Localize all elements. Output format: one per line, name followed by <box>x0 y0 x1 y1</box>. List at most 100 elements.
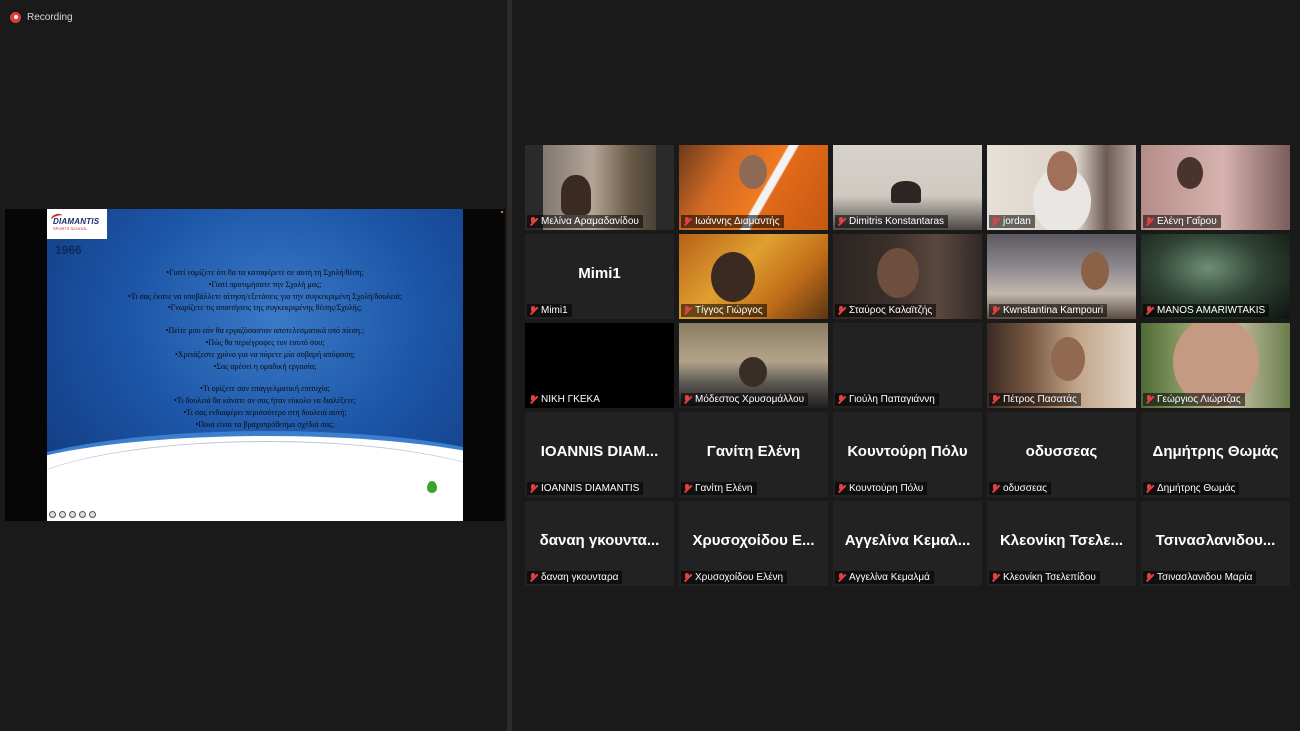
participant-name-tag: Γανίτη Ελένη <box>681 482 757 495</box>
slide-questions: •Γιατί νομίζετε ότι θα τα καταφέρετε σε … <box>67 267 463 431</box>
slides-grid-icon[interactable] <box>69 511 76 518</box>
participant-name-tag: MANOS AMARIWTAKIS <box>1143 304 1270 317</box>
panel-divider[interactable] <box>507 0 512 731</box>
participant-tile[interactable]: Μελίνα Αραμαδανίδου <box>525 145 674 230</box>
muted-mic-icon <box>683 216 692 227</box>
shared-screen[interactable]: DIAMANTIS SPORTS SCHOOL 1966 •Γιατί νομί… <box>5 209 505 521</box>
participant-name: δαναη γκουνταρα <box>541 572 619 583</box>
muted-mic-icon <box>529 572 538 583</box>
participant-name: Πέτρος Πασατάς <box>1003 394 1077 405</box>
slide-line: •Γιατί νομίζετε ότι θα τα καταφέρετε σε … <box>166 268 364 277</box>
participant-tile[interactable]: Δημήτρης Θωμάς Δημήτρης Θωμάς <box>1141 412 1290 497</box>
diamantis-logo: DIAMANTIS SPORTS SCHOOL <box>47 209 107 239</box>
participant-name: Τίγγος Γιώργος <box>695 305 763 316</box>
slide-line: •Τι σας ενδιαφέρει περισσότερο στη δουλε… <box>183 407 347 417</box>
participant-tile[interactable]: Τσινασλανιδου... Τσινασλανιδου Μαρία <box>1141 501 1290 586</box>
participant-name: Κουντούρη Πόλυ <box>849 483 924 494</box>
muted-mic-icon <box>529 216 538 227</box>
participant-name-tag: Δημήτρης Θωμάς <box>1143 482 1240 495</box>
muted-mic-icon <box>1145 394 1154 405</box>
muted-mic-icon <box>991 216 1000 227</box>
participant-name-tag: Mimi1 <box>527 304 572 317</box>
muted-mic-icon <box>1145 305 1154 316</box>
participant-tile[interactable]: δαναη γκουντα... δαναη γκουνταρα <box>525 501 674 586</box>
participant-name: jordan <box>1003 216 1031 227</box>
participant-tile[interactable]: Mimi1 Mimi1 <box>525 234 674 319</box>
muted-mic-icon <box>1145 483 1154 494</box>
participant-tile[interactable]: Ιωάννης Διαμαντής <box>679 145 828 230</box>
participant-tile[interactable]: ΝΙΚΗ ΓΚΕΚΑ <box>525 323 674 408</box>
participant-tile[interactable]: jordan <box>987 145 1136 230</box>
participant-tile[interactable]: Γιούλη Παπαγιάννη <box>833 323 982 408</box>
participant-name: IOANNIS DIAMANTIS <box>541 483 640 494</box>
participant-name-tag: Dimitris Konstantaras <box>835 215 949 228</box>
participant-name-tag: IOANNIS DIAMANTIS <box>527 482 644 495</box>
participant-tile[interactable]: IOANNIS DIAM... IOANNIS DIAMANTIS <box>525 412 674 497</box>
participant-tile[interactable]: Κουντούρη Πόλυ Κουντούρη Πόλυ <box>833 412 982 497</box>
muted-mic-icon <box>683 572 692 583</box>
participant-tile[interactable]: Γεώργιος Λιώρτζας <box>1141 323 1290 408</box>
participant-name: Mimi1 <box>541 305 568 316</box>
slide-line: •Πείτε μου εάν θα εργαζόσασταν αποτελεσμ… <box>165 326 365 336</box>
muted-mic-icon <box>529 394 538 405</box>
participant-name-tag: jordan <box>989 215 1035 228</box>
muted-mic-icon <box>837 305 846 316</box>
participant-tile[interactable]: οδυσσεας οδυσσεας <box>987 412 1136 497</box>
participant-name-tag: Κουντούρη Πόλυ <box>835 482 928 495</box>
participant-name-tag: Τίγγος Γιώργος <box>681 304 767 317</box>
participant-tile[interactable]: Kwnstantina Kampouri <box>987 234 1136 319</box>
participant-display-name: Χρυσοχοίδου Ε... <box>692 532 815 549</box>
next-slide-icon[interactable] <box>89 511 96 518</box>
recording-indicator[interactable]: Recording <box>10 10 73 24</box>
participant-tile[interactable]: Dimitris Konstantaras <box>833 145 982 230</box>
slide-line: •Τι σας έκανε να υποβάλλετε αίτηση/εξετά… <box>127 291 403 301</box>
participant-name: Dimitris Konstantaras <box>849 216 945 227</box>
participant-name: Αγγελίνα Κεμαλμά <box>849 572 930 583</box>
participant-name-tag: ΝΙΚΗ ΓΚΕΚΑ <box>527 393 604 406</box>
record-icon <box>10 11 21 23</box>
participant-display-name: Κουντούρη Πόλυ <box>847 443 968 460</box>
participant-name: Γιούλη Παπαγιάννη <box>849 394 935 405</box>
previous-slide-icon[interactable] <box>49 511 56 518</box>
zoom-icon[interactable] <box>79 511 86 518</box>
participant-tile[interactable]: Χρυσοχοίδου Ε... Χρυσοχοίδου Ελένη <box>679 501 828 586</box>
participant-tile[interactable]: Ελένη Γαΐρου <box>1141 145 1290 230</box>
participant-name-tag: Σταύρος Καλαϊτζής <box>835 304 937 317</box>
muted-mic-icon <box>683 305 692 316</box>
participant-name-tag: Γεώργιος Λιώρτζας <box>1143 393 1245 406</box>
participant-tile[interactable]: Μόδεστος Χρυσομάλλου <box>679 323 828 408</box>
slide-line: •Χρειάζεστε χρόνο για να πάρετε μία σοβα… <box>175 349 355 359</box>
participant-name: Χρυσοχοίδου Ελένη <box>695 572 784 583</box>
muted-mic-icon <box>837 394 846 405</box>
participant-name-tag: Χρυσοχοίδου Ελένη <box>681 571 788 584</box>
pen-icon[interactable] <box>59 511 66 518</box>
muted-mic-icon <box>683 483 692 494</box>
participant-name-tag: Ιωάννης Διαμαντής <box>681 215 784 228</box>
slide-paragraph-2: •Πείτε μου εάν θα εργαζόσασταν αποτελεσμ… <box>67 325 463 372</box>
share-indicator-dot <box>501 211 503 213</box>
participant-tile[interactable]: Κλεονίκη Τσελε... Κλεονίκη Τσελεπίδου <box>987 501 1136 586</box>
participant-name: Δημήτρης Θωμάς <box>1157 483 1236 494</box>
participant-name: οδυσσεας <box>1003 483 1047 494</box>
participant-name-tag: Μελίνα Αραμαδανίδου <box>527 215 643 228</box>
participant-gallery: Μελίνα Αραμαδανίδου Ιωάννης Διαμαντής Dimi… <box>525 145 1290 586</box>
participant-tile[interactable]: Σταύρος Καλαϊτζής <box>833 234 982 319</box>
muted-mic-icon <box>683 394 692 405</box>
slide-line: •Τι δουλειά θα κάνατε αν σας ήταν εύκολο… <box>173 396 357 406</box>
participant-name: ΝΙΚΗ ΓΚΕΚΑ <box>541 394 600 405</box>
participant-tile[interactable]: Αγγελίνα Κεμαλ... Αγγελίνα Κεμαλμά <box>833 501 982 586</box>
participant-tile[interactable]: Πέτρος Πασατάς <box>987 323 1136 408</box>
participant-name-tag: οδυσσεας <box>989 482 1051 495</box>
slide-line: •Τι ορίζετε σαν επαγγελματική επιτυχία; <box>200 384 330 394</box>
participant-name-tag: Αγγελίνα Κεμαλμά <box>835 571 934 584</box>
participant-tile[interactable]: MANOS AMARIWTAKIS <box>1141 234 1290 319</box>
participant-name: MANOS AMARIWTAKIS <box>1157 305 1266 316</box>
participant-tile[interactable]: Τίγγος Γιώργος <box>679 234 828 319</box>
muted-mic-icon <box>991 305 1000 316</box>
participant-display-name: δαναη γκουντα... <box>539 532 660 549</box>
muted-mic-icon <box>529 305 538 316</box>
participant-display-name: Γανίτη Ελένη <box>706 443 801 460</box>
participant-name-tag: Ελένη Γαΐρου <box>1143 215 1221 228</box>
slide-paragraph-1: •Γιατί νομίζετε ότι θα τα καταφέρετε σε … <box>67 267 463 314</box>
participant-tile[interactable]: Γανίτη Ελένη Γανίτη Ελένη <box>679 412 828 497</box>
